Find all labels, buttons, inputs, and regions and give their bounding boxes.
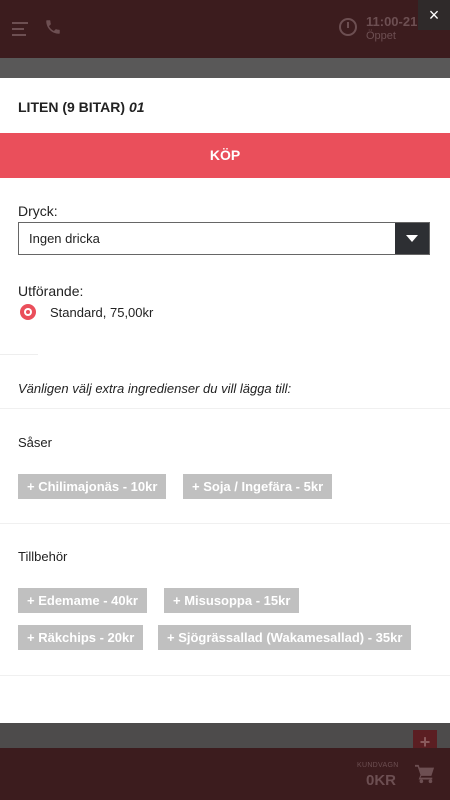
product-modal: LITEN (9 BITAR) 01 KÖP Dryck: Ingen dric… bbox=[0, 78, 450, 723]
extra-ingredients-prompt: Vänligen välj extra ingredienser du vill… bbox=[18, 381, 292, 396]
overlay-strip-top bbox=[0, 58, 450, 78]
cart-icon[interactable] bbox=[414, 764, 436, 784]
chip-soja-ingefara[interactable]: + Soja / Ingefära - 5kr bbox=[183, 474, 333, 499]
clock-icon bbox=[339, 18, 357, 36]
style-label: Utförande: bbox=[18, 283, 84, 299]
radio-selected-icon[interactable] bbox=[20, 304, 36, 320]
product-title: LITEN (9 BITAR) 01 bbox=[18, 99, 145, 115]
cart-total: 0KR bbox=[366, 772, 397, 789]
product-number: 01 bbox=[128, 99, 145, 115]
divider bbox=[0, 675, 450, 676]
product-name: LITEN (9 BITAR) bbox=[18, 99, 126, 115]
sauces-title: Såser bbox=[18, 435, 52, 450]
style-option-label[interactable]: Standard, 75,00kr bbox=[50, 305, 153, 320]
close-icon[interactable]: × bbox=[418, 0, 450, 30]
divider bbox=[0, 408, 450, 409]
divider bbox=[0, 523, 450, 524]
chip-edemame[interactable]: + Edemame - 40kr bbox=[18, 588, 147, 613]
chip-sjograssallad[interactable]: + Sjögrässallad (Wakamesallad) - 35kr bbox=[158, 625, 412, 650]
open-status: Öppet bbox=[366, 30, 396, 42]
cart-footer: KUNDVAGN 0KR bbox=[0, 748, 450, 800]
buy-button[interactable]: KÖP bbox=[0, 133, 450, 178]
chip-misusoppa[interactable]: + Misusoppa - 15kr bbox=[164, 588, 300, 613]
overlay-strip-bottom bbox=[0, 723, 450, 748]
cart-label: KUNDVAGN bbox=[357, 762, 399, 769]
dropdown-arrow-icon[interactable] bbox=[395, 223, 429, 254]
chip-chilimajonas[interactable]: + Chilimajonäs - 10kr bbox=[18, 474, 167, 499]
sides-title: Tillbehör bbox=[18, 549, 68, 564]
app-header: 11:00-21:3 Öppet bbox=[0, 0, 450, 58]
drink-select-value: Ingen dricka bbox=[29, 231, 100, 246]
menu-icon[interactable] bbox=[12, 22, 28, 40]
drink-select[interactable]: Ingen dricka bbox=[18, 222, 430, 255]
divider bbox=[0, 354, 38, 355]
drink-label: Dryck: bbox=[18, 203, 58, 219]
phone-icon[interactable] bbox=[44, 18, 62, 41]
chip-rakchips[interactable]: + Räkchips - 20kr bbox=[18, 625, 144, 650]
